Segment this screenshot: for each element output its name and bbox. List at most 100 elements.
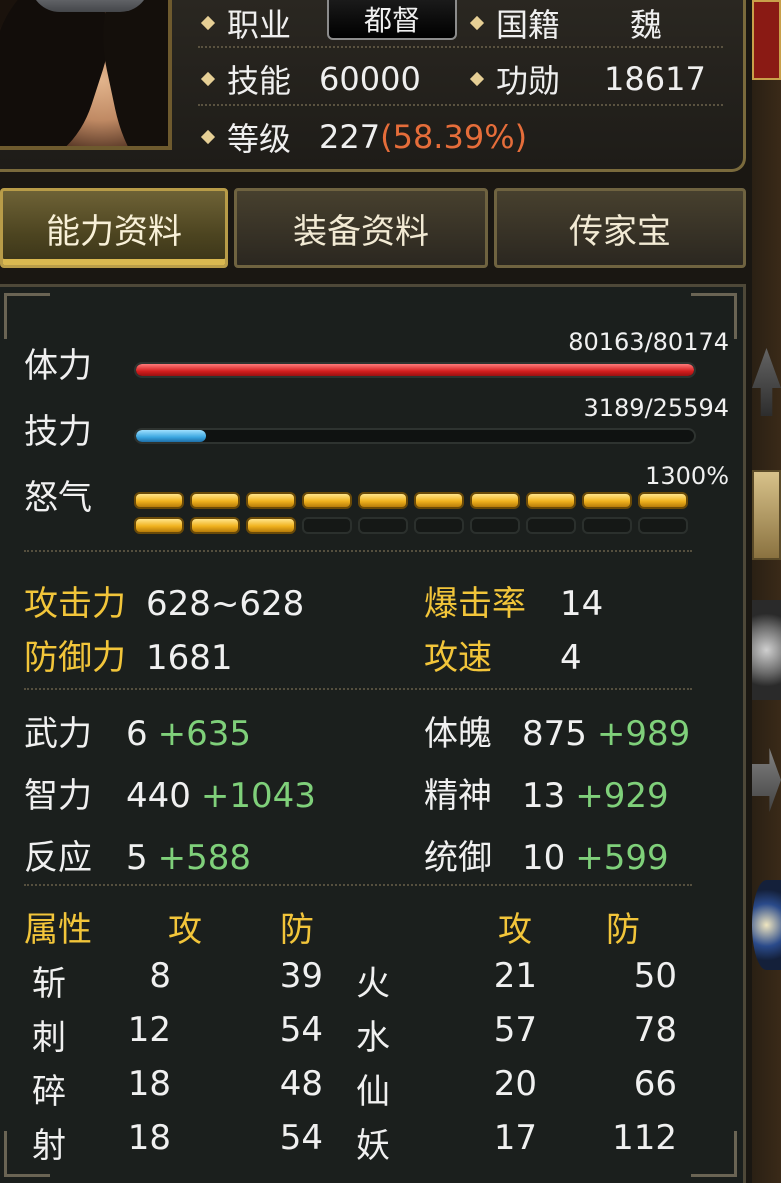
- table-cell-type: 刺: [32, 1018, 66, 1058]
- merit-value: 18617: [604, 60, 706, 98]
- nation-value: 魏: [630, 6, 663, 44]
- table-cell-def: 112: [612, 1118, 677, 1158]
- rage-segment: [134, 517, 184, 534]
- rage-segment: [638, 492, 688, 509]
- diamond-bullet-icon: [469, 15, 485, 31]
- hp-value: 80163/80174: [568, 328, 729, 356]
- nation-row: 国籍 魏: [469, 0, 663, 46]
- rage-segment: [358, 492, 408, 509]
- table-cell-type: 妖: [356, 1126, 390, 1166]
- attr-label: 体魄: [424, 714, 492, 754]
- diamond-bullet-icon: [200, 15, 216, 31]
- rage-segment: [246, 517, 296, 534]
- speed-label: 攻速: [424, 638, 492, 678]
- job-row: 职业: [200, 0, 292, 46]
- table-cell-type: 碎: [32, 1072, 66, 1112]
- diamond-bullet-icon: [200, 129, 216, 145]
- character-header: 职业 都督 国籍 魏 技能 60000 功勋 18617 等级 227 (58.…: [0, 0, 746, 172]
- attr-bonus: +588: [157, 838, 252, 878]
- attack-stat: 攻击力 628~628: [24, 576, 304, 625]
- attr-label: 统御: [424, 838, 492, 878]
- merit-label: 功勋: [496, 62, 561, 100]
- attr-base: 6: [126, 714, 148, 754]
- table-cell-type: 斩: [32, 964, 66, 1004]
- hp-label: 体力: [24, 346, 92, 386]
- table-cell-atk: 21: [493, 956, 537, 996]
- side-button-red[interactable]: [752, 0, 781, 80]
- skill-value: 60000: [319, 60, 421, 98]
- attr-reaction: 反应 5 +588: [24, 830, 251, 879]
- rage-segment: [246, 492, 296, 509]
- section-divider: [24, 550, 692, 552]
- table-cell-atk: 18: [127, 1118, 171, 1158]
- speed-value: 4: [560, 638, 582, 678]
- tab-heirloom[interactable]: 传家宝: [494, 188, 746, 268]
- table-cell-def: 39: [279, 956, 323, 996]
- nation-label: 国籍: [496, 6, 561, 44]
- attr-base: 440: [126, 776, 191, 816]
- rage-segment: [526, 492, 576, 509]
- skill-label: 技能: [227, 62, 292, 100]
- section-divider: [24, 884, 692, 886]
- defense-value: 1681: [146, 638, 233, 678]
- attr-bonus: +635: [157, 714, 252, 754]
- attr-label: 智力: [24, 776, 92, 816]
- rage-segment: [582, 492, 632, 509]
- side-emblem-icon[interactable]: [752, 880, 781, 970]
- table-cell-def: 48: [279, 1064, 323, 1104]
- rage-segment: [582, 517, 632, 534]
- attr-base: 875: [522, 714, 587, 754]
- attr-constitution: 体魄 875 +989: [424, 706, 690, 755]
- table-cell-def: 54: [279, 1118, 323, 1158]
- attr-strength: 武力 6 +635: [24, 706, 251, 755]
- table-cell-type: 水: [356, 1018, 390, 1058]
- crit-value: 14: [560, 584, 604, 624]
- attack-label: 攻击力: [24, 584, 126, 624]
- level-value: 227: [319, 118, 381, 156]
- rage-segment: [470, 517, 520, 534]
- table-header-def2: 防: [606, 910, 640, 950]
- header-divider: [198, 46, 723, 48]
- attr-bonus: +1043: [200, 776, 316, 816]
- merit-row: 功勋 18617: [469, 56, 706, 102]
- table-cell-def: 78: [633, 1010, 677, 1050]
- table-cell-atk: 17: [493, 1118, 537, 1158]
- crit-label: 爆击率: [424, 584, 526, 624]
- attr-label: 反应: [24, 838, 92, 878]
- job-label: 职业: [227, 6, 292, 44]
- character-portrait: [0, 0, 172, 150]
- attr-command: 统御 10 +599: [424, 830, 669, 879]
- tab-equipment[interactable]: 装备资料: [234, 188, 488, 268]
- rage-segment: [470, 492, 520, 509]
- rage-segment: [190, 492, 240, 509]
- attack-value: 628~628: [146, 584, 305, 624]
- attr-label: 武力: [24, 714, 92, 754]
- skill-row: 技能 60000: [200, 56, 421, 102]
- defense-label: 防御力: [24, 638, 126, 678]
- table-header-def: 防: [280, 910, 314, 950]
- table-cell-type: 仙: [356, 1072, 390, 1112]
- table-cell-def: 50: [633, 956, 677, 996]
- table-header-name: 属性: [24, 910, 92, 950]
- hp-bar: [134, 362, 696, 378]
- table-header-atk2: 攻: [498, 910, 532, 950]
- attr-base: 5: [126, 838, 148, 878]
- side-laurel-icon[interactable]: [752, 600, 781, 700]
- section-divider: [24, 688, 692, 690]
- attr-base: 10: [522, 838, 566, 878]
- attr-intelligence: 智力 440 +1043: [24, 768, 316, 817]
- table-cell-atk: 8: [149, 956, 171, 996]
- rage-segment: [414, 492, 464, 509]
- table-cell-def: 66: [633, 1064, 677, 1104]
- rage-segment: [638, 517, 688, 534]
- tab-ability[interactable]: 能力资料: [0, 188, 228, 268]
- hp-bar-fill: [136, 364, 694, 376]
- attr-label: 精神: [424, 776, 492, 816]
- attr-bonus: +929: [575, 776, 669, 816]
- side-button-gold[interactable]: [752, 470, 781, 560]
- crit-stat: 爆击率 14: [424, 576, 603, 625]
- mp-label: 技力: [24, 412, 92, 452]
- rage-segment: [414, 517, 464, 534]
- table-cell-type: 射: [32, 1126, 66, 1166]
- mp-bar-fill: [136, 430, 206, 442]
